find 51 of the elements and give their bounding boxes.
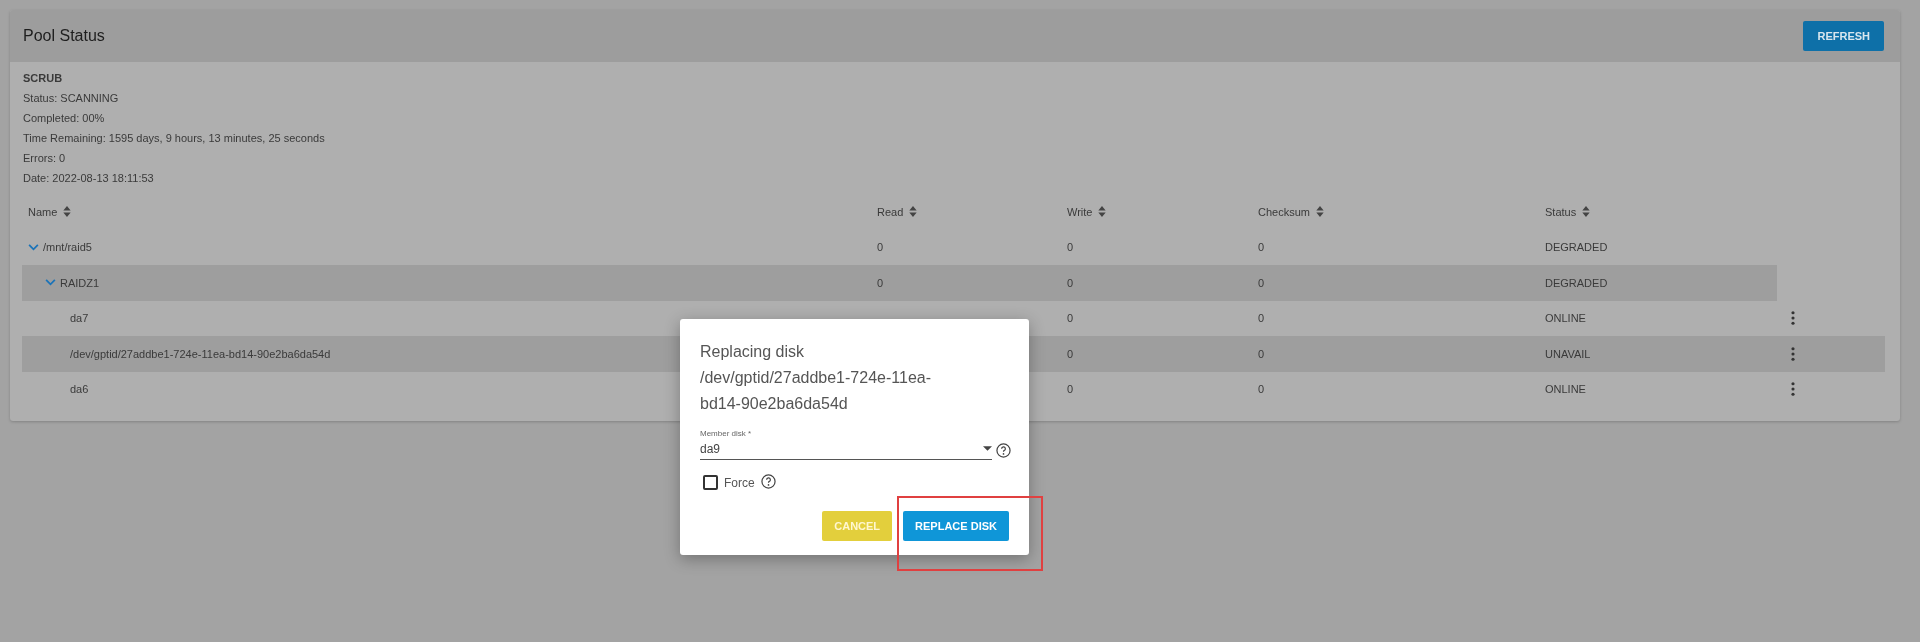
table-cell-text: 0 — [1067, 382, 1075, 398]
table-cell-text: 0 — [1258, 311, 1266, 327]
table-cell-text: DEGRADED — [1545, 240, 1609, 256]
help-icon[interactable] — [760, 474, 776, 489]
table-cell: 0 — [1258, 336, 1545, 372]
scrub-info-line: Status: SCANNING — [23, 91, 120, 106]
sort-icon — [1098, 206, 1107, 218]
scrub-info-line: Date: 2022-08-13 18:11:53 — [23, 171, 155, 186]
sort-icon — [1315, 206, 1324, 218]
column-header[interactable]: Write — [1067, 205, 1107, 218]
scrub-info-line: Errors: 0 — [23, 151, 67, 166]
panel-title: Pool Status — [23, 27, 105, 45]
table-cell: /mnt/raid5 — [43, 241, 92, 254]
force-label: Force — [724, 475, 755, 490]
sort-icon — [909, 206, 918, 218]
table-cell-text: ONLINE — [1545, 382, 1587, 398]
table-cell-text: 0 — [1258, 240, 1266, 256]
refresh-button[interactable]: REFRESH — [1803, 21, 1884, 51]
sort-icon — [63, 206, 72, 218]
column-header[interactable]: Status — [1545, 205, 1591, 218]
table-cell-text: 0 — [877, 240, 885, 256]
scrub-info-line: Time Remaining: 1595 days, 9 hours, 13 minutes, 25 seconds — [23, 131, 326, 146]
table-cell: UNAVAIL — [1545, 336, 1777, 372]
member-disk-select[interactable]: Member disk * da9 — [700, 429, 992, 460]
scrub-info-line: Completed: 00% — [23, 111, 106, 126]
help-icon[interactable] — [996, 443, 1011, 458]
table-cell: da7 — [70, 312, 89, 325]
replace-disk-button[interactable]: REPLACE DISK — [903, 511, 1009, 541]
table-cell: 0 — [1258, 265, 1545, 301]
column-header[interactable]: Read — [877, 205, 918, 218]
more-options-icon[interactable] — [1791, 311, 1795, 326]
dialog-title: Replacing disk /dev/gptid/27addbe1-724e-11ea-bd14-90e2ba6da54d — [700, 342, 932, 414]
more-options-icon[interactable] — [1791, 382, 1795, 397]
table-cell-text: 0 — [1258, 382, 1266, 398]
table-cell-text: 0 — [1067, 311, 1075, 327]
table-cell: DEGRADED — [1545, 265, 1777, 301]
force-checkbox[interactable] — [703, 475, 718, 490]
sort-icon — [1582, 206, 1591, 218]
table-cell-text: ONLINE — [1545, 311, 1587, 327]
more-options-icon[interactable] — [1791, 346, 1795, 361]
table-cell: 0 — [877, 265, 1067, 301]
table-cell: 0 — [1067, 265, 1258, 301]
table-cell: 0 — [1067, 336, 1258, 372]
table-cell-text: 0 — [1067, 240, 1075, 256]
table-cell: da6 — [70, 383, 89, 396]
column-header[interactable]: Name — [28, 205, 72, 218]
caret-icon — [983, 446, 992, 451]
table-cell: /dev/gptid/27addbe1-724e-11ea-bd14-90e2ba6da54d — [70, 347, 331, 360]
scrub-heading: SCRUB — [23, 71, 64, 86]
table-cell: RAIDZ1 — [60, 276, 100, 289]
column-header[interactable]: Checksum — [1258, 205, 1324, 218]
